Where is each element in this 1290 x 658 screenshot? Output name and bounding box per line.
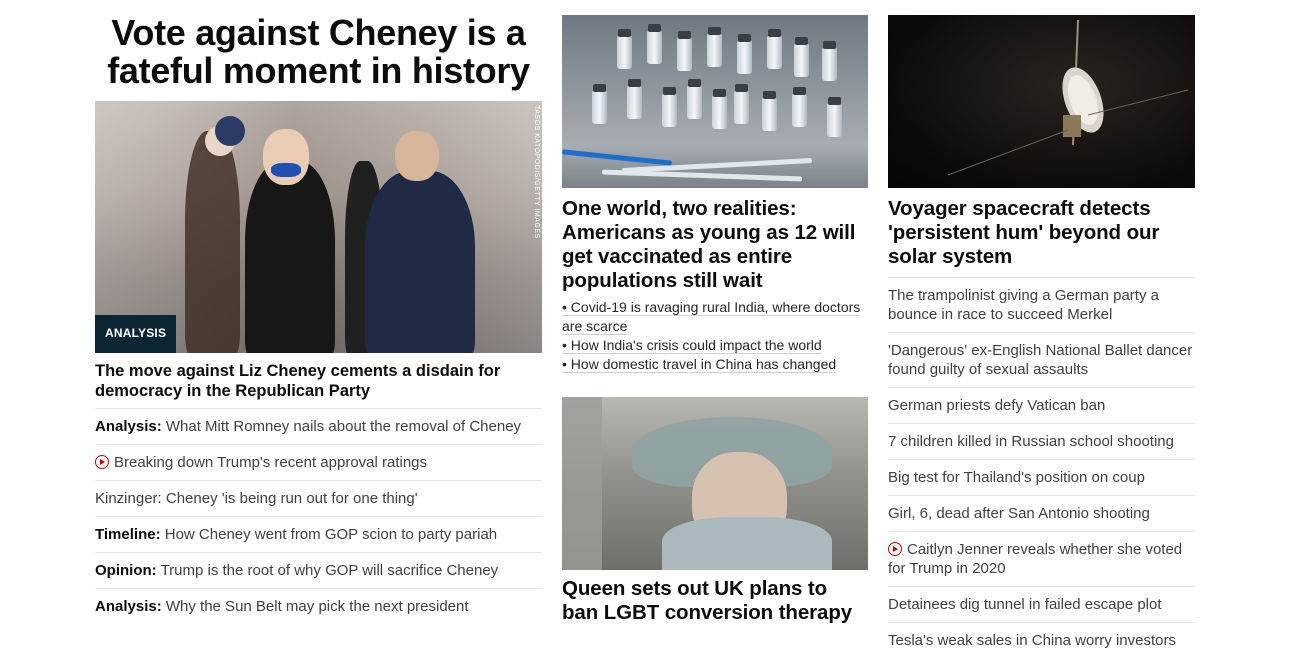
link-prefix: Timeline: xyxy=(95,526,161,543)
related-links-list: Analysis: What Mitt Romney nails about t… xyxy=(95,408,542,624)
queen-story-headline[interactable]: Queen sets out UK plans to ban LGBT conv… xyxy=(562,577,868,625)
headline-link[interactable]: Detainees dig tunnel in failed escape pl… xyxy=(888,586,1195,622)
queen-image[interactable] xyxy=(562,397,868,570)
lead-story-image[interactable]: TASOS KATOPODIS/GETTY IMAGES ANALYSIS xyxy=(95,101,542,353)
related-link[interactable]: Analysis: What Mitt Romney nails about t… xyxy=(95,408,542,444)
bullet-link[interactable]: • How domestic travel in China has chang… xyxy=(562,355,868,374)
photo-credit: TASOS KATOPODIS/GETTY IMAGES xyxy=(533,105,540,239)
bullet-link[interactable]: • How India's crisis could impact the wo… xyxy=(562,336,868,355)
lead-story-headline[interactable]: The move against Liz Cheney cements a di… xyxy=(95,361,542,401)
voyager-story-headline[interactable]: Voyager spacecraft detects 'persistent h… xyxy=(888,197,1195,269)
vaccine-story-headline[interactable]: One world, two realities: Americans as y… xyxy=(562,197,868,293)
headline-link[interactable]: The trampolinist giving a German party a… xyxy=(888,277,1195,332)
vaccine-vials-image[interactable] xyxy=(562,15,868,188)
play-video-icon xyxy=(888,542,902,556)
headline-link[interactable]: Tesla's weak sales in China worry invest… xyxy=(888,622,1195,658)
vaccine-related-links: • Covid-19 is ravaging rural India, wher… xyxy=(562,298,868,374)
headline-link[interactable]: 7 children killed in Russian school shoo… xyxy=(888,423,1195,459)
headline-link[interactable]: Big test for Thailand's position on coup xyxy=(888,459,1195,495)
related-link[interactable]: Breaking down Trump's recent approval ra… xyxy=(95,444,542,480)
headline-link[interactable]: Caitlyn Jenner reveals whether she voted… xyxy=(888,531,1195,586)
lead-story-column: Vote against Cheney is a fateful moment … xyxy=(95,0,542,624)
middle-column: One world, two realities: Americans as y… xyxy=(562,0,868,625)
link-text: What Mitt Romney nails about the removal… xyxy=(165,418,522,435)
lead-headline[interactable]: Vote against Cheney is a fateful moment … xyxy=(95,14,542,90)
headline-link[interactable]: Girl, 6, dead after San Antonio shooting xyxy=(888,495,1195,531)
link-text: Trump is the root of why GOP will sacrif… xyxy=(160,562,499,579)
related-link[interactable]: Analysis: Why the Sun Belt may pick the … xyxy=(95,588,542,624)
link-prefix: Analysis: xyxy=(95,418,162,435)
analysis-badge: ANALYSIS xyxy=(95,315,177,353)
link-text: How Cheney went from GOP scion to party … xyxy=(164,526,498,543)
related-link[interactable]: Kinzinger: Cheney 'is being run out for … xyxy=(95,480,542,516)
play-video-icon xyxy=(95,455,109,469)
headline-link[interactable]: German priests defy Vatican ban xyxy=(888,387,1195,423)
related-link[interactable]: Opinion: Trump is the root of why GOP wi… xyxy=(95,552,542,588)
headline-links-list: The trampolinist giving a German party a… xyxy=(888,277,1195,658)
link-text: Kinzinger: Cheney 'is being run out for … xyxy=(95,490,418,507)
link-text: Breaking down Trump's recent approval ra… xyxy=(114,454,428,471)
right-column: Voyager spacecraft detects 'persistent h… xyxy=(888,0,1195,658)
link-text: Why the Sun Belt may pick the next presi… xyxy=(165,598,469,615)
headline-link[interactable]: 'Dangerous' ex-English National Ballet d… xyxy=(888,332,1195,387)
link-prefix: Opinion: xyxy=(95,562,157,579)
related-link[interactable]: Timeline: How Cheney went from GOP scion… xyxy=(95,516,542,552)
bullet-link[interactable]: • Covid-19 is ravaging rural India, wher… xyxy=(562,298,868,336)
voyager-spacecraft-image[interactable] xyxy=(888,15,1195,188)
link-prefix: Analysis: xyxy=(95,598,162,615)
